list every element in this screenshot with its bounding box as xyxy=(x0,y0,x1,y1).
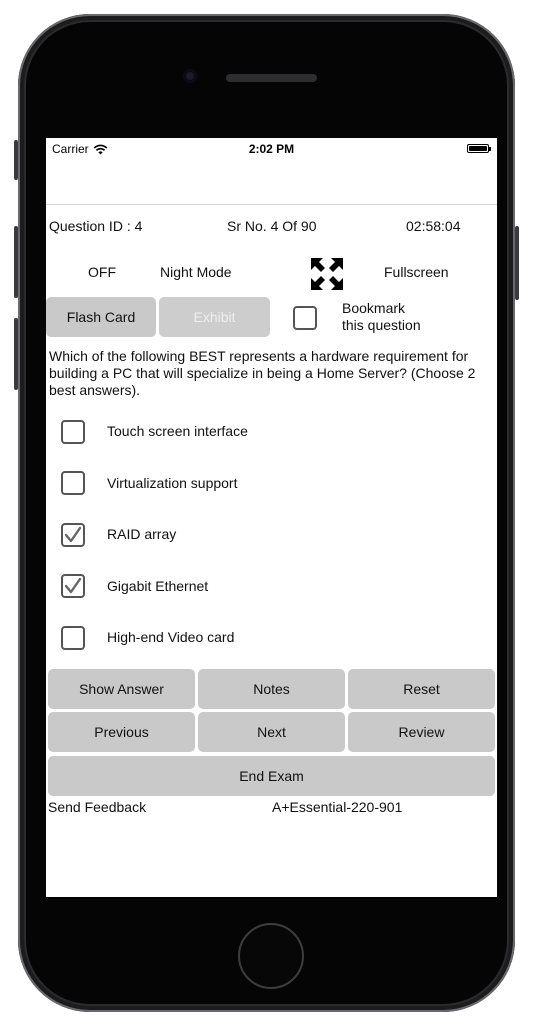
app-screen: Carrier 2:02 PM Question ID : 4 Sr No. 4… xyxy=(46,138,497,897)
show-answer-button[interactable]: Show Answer xyxy=(48,669,195,709)
end-exam-button[interactable]: End Exam xyxy=(48,756,495,796)
exam-timer: 02:58:04 xyxy=(406,218,461,234)
option-checkbox-touch-screen[interactable] xyxy=(61,420,85,444)
front-camera xyxy=(183,69,197,83)
home-button[interactable] xyxy=(238,923,304,989)
option-checkbox-virtualization[interactable] xyxy=(61,471,85,495)
night-mode-toggle[interactable]: OFF xyxy=(88,264,116,280)
checkmark-icon xyxy=(64,526,82,543)
checkmark-icon xyxy=(64,577,82,594)
volume-down-button xyxy=(14,318,18,390)
bookmark-checkbox[interactable] xyxy=(293,306,317,330)
silent-switch xyxy=(14,140,18,180)
exam-code: A+Essential-220-901 xyxy=(272,799,403,815)
review-button[interactable]: Review xyxy=(348,712,495,752)
earpiece-speaker xyxy=(226,74,317,82)
status-bar: Carrier 2:02 PM xyxy=(46,138,497,160)
bookmark-label-line1: Bookmark xyxy=(342,300,406,316)
serial-number: Sr No. 4 Of 90 xyxy=(227,218,317,234)
option-checkbox-gigabit[interactable] xyxy=(61,574,85,598)
fullscreen-icon[interactable] xyxy=(310,257,344,291)
question-text: Which of the following BEST represents a… xyxy=(49,348,476,398)
notes-button[interactable]: Notes xyxy=(198,669,345,709)
question-id: Question ID : 4 xyxy=(49,218,143,234)
option-label-video-card[interactable]: High-end Video card xyxy=(107,629,234,645)
night-mode-label: Night Mode xyxy=(160,264,232,280)
option-label-virtualization[interactable]: Virtualization support xyxy=(107,475,237,491)
status-time: 2:02 PM xyxy=(248,142,295,156)
bookmark-label: Bookmark this question xyxy=(342,300,421,334)
option-label-gigabit[interactable]: Gigabit Ethernet xyxy=(107,578,208,594)
option-label-touch-screen[interactable]: Touch screen interface xyxy=(107,423,248,439)
nav-divider xyxy=(46,204,497,205)
next-button[interactable]: Next xyxy=(198,712,345,752)
send-feedback-link[interactable]: Send Feedback xyxy=(48,799,146,815)
volume-up-button xyxy=(14,226,18,298)
power-button xyxy=(515,226,519,300)
previous-button[interactable]: Previous xyxy=(48,712,195,752)
reset-button[interactable]: Reset xyxy=(348,669,495,709)
fullscreen-label[interactable]: Fullscreen xyxy=(384,264,449,280)
exhibit-button[interactable]: Exhibit xyxy=(159,297,270,337)
flash-card-button[interactable]: Flash Card xyxy=(46,297,156,337)
option-label-raid[interactable]: RAID array xyxy=(107,526,176,542)
battery-icon xyxy=(467,144,491,153)
option-checkbox-video-card[interactable] xyxy=(61,626,85,650)
bookmark-label-line2: this question xyxy=(342,317,421,333)
option-checkbox-raid[interactable] xyxy=(61,523,85,547)
